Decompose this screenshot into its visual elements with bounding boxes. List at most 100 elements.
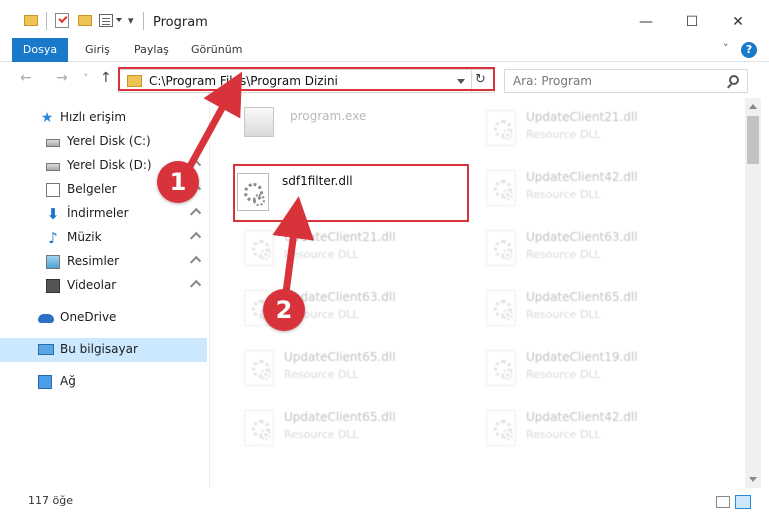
list-item[interactable]: UpdateClient65.dll Resource DLL <box>240 342 470 400</box>
expand-ribbon-icon[interactable]: ˅ <box>723 42 729 55</box>
minimize-button[interactable]: — <box>626 8 666 36</box>
sidebar-item-label: Videolar <box>67 278 117 292</box>
forward-arrow-icon[interactable]: → <box>56 70 68 86</box>
new-folder-icon[interactable] <box>78 15 92 26</box>
folder-icon[interactable] <box>24 15 38 26</box>
dll-file-icon <box>244 350 274 386</box>
tab-view[interactable]: Görünüm <box>191 38 242 62</box>
sidebar-item-disk-c[interactable]: Yerel Disk (C:) <box>0 130 207 154</box>
dll-file-icon <box>244 410 274 446</box>
details-view-icon[interactable] <box>716 496 730 508</box>
tab-share[interactable]: Paylaş <box>134 38 169 62</box>
large-icons-view-icon[interactable] <box>735 495 751 509</box>
file-name: UpdateClient42.dll <box>526 170 638 184</box>
sidebar-item-label: Ağ <box>60 374 76 388</box>
toolbar-separator <box>143 12 144 30</box>
this-pc-icon <box>38 344 54 355</box>
scroll-thumb[interactable] <box>747 116 759 164</box>
file-type: Resource DLL <box>526 428 601 441</box>
file-name: UpdateClient42.dll <box>526 410 638 424</box>
file-type: Resource DLL <box>526 188 601 201</box>
pin-icon[interactable] <box>189 279 202 292</box>
list-item[interactable]: UpdateClient21.dll Resource DLL <box>240 222 470 280</box>
sidebar-item-label: İndirmeler <box>67 206 129 220</box>
status-bar: 117 öğe <box>0 488 769 528</box>
customize-dropdown-icon[interactable] <box>116 18 122 22</box>
file-name: UpdateClient21.dll <box>526 110 638 124</box>
target-highlight-box <box>233 164 469 222</box>
sidebar-item-label: Belgeler <box>67 182 117 196</box>
sidebar-item-label: OneDrive <box>60 310 117 324</box>
pictures-icon <box>46 255 60 269</box>
network-icon <box>38 375 52 389</box>
music-icon: ♪ <box>48 229 58 247</box>
close-button[interactable]: ✕ <box>718 8 758 36</box>
list-item[interactable]: UpdateClient42.dll Resource DLL <box>482 162 712 220</box>
vertical-scrollbar[interactable] <box>745 98 761 488</box>
file-type: Resource DLL <box>526 368 601 381</box>
maximize-button[interactable]: ☐ <box>672 8 712 36</box>
file-name: UpdateClient65.dll <box>284 410 396 424</box>
search-placeholder: Ara: Program <box>513 74 592 88</box>
quick-access-menu-icon[interactable]: ▾ <box>128 15 137 27</box>
dll-file-icon <box>244 230 274 266</box>
list-item[interactable]: UpdateClient19.dll Resource DLL <box>482 342 712 400</box>
step-1-callout: 1 <box>157 161 199 203</box>
videos-icon <box>46 279 60 293</box>
sidebar-item-onedrive[interactable]: OneDrive <box>0 306 207 330</box>
file-type: Resource DLL <box>526 248 601 261</box>
scroll-down-icon[interactable] <box>749 477 757 482</box>
search-input[interactable]: Ara: Program <box>504 69 748 93</box>
onedrive-cloud-icon <box>38 314 54 323</box>
sidebar-item-quick-access[interactable]: ★ Hızlı erişim <box>0 106 207 130</box>
dll-file-icon <box>486 410 516 446</box>
file-type: Resource DLL <box>284 428 359 441</box>
sidebar-item-network[interactable]: Ağ <box>0 370 207 394</box>
sidebar-item-label: Yerel Disk (D:) <box>67 158 152 172</box>
local-disk-icon <box>46 139 60 147</box>
documents-icon <box>46 183 60 197</box>
file-type: Resource DLL <box>526 308 601 321</box>
properties-icon[interactable] <box>99 14 113 27</box>
properties-check-icon[interactable] <box>55 13 69 28</box>
list-item[interactable]: UpdateClient21.dll Resource DLL <box>482 102 712 160</box>
navigation-pane: ★ Hızlı erişim Yerel Disk (C:) Yerel Dis… <box>0 98 210 488</box>
list-item[interactable]: UpdateClient65.dll Resource DLL <box>482 282 712 340</box>
program-exe-name[interactable]: program.exe <box>290 109 366 123</box>
sidebar-item-downloads[interactable]: ⬇ İndirmeler <box>0 202 207 226</box>
file-type: Resource DLL <box>526 128 601 141</box>
sidebar-item-music[interactable]: ♪ Müzik <box>0 226 207 250</box>
sidebar-item-label: Resimler <box>67 254 120 268</box>
file-name: UpdateClient63.dll <box>526 230 638 244</box>
sidebar-item-videos[interactable]: Videolar <box>0 274 207 298</box>
back-arrow-icon[interactable]: ← <box>20 70 32 86</box>
address-highlight-box <box>118 67 495 91</box>
pin-icon[interactable] <box>189 255 202 268</box>
pin-icon[interactable] <box>189 207 202 220</box>
search-icon[interactable] <box>729 75 739 85</box>
sidebar-item-label: Yerel Disk (C:) <box>67 134 151 148</box>
local-disk-icon <box>46 163 60 171</box>
toolbar-separator <box>46 12 47 30</box>
pin-icon[interactable] <box>189 231 202 244</box>
sidebar-item-label: Bu bilgisayar <box>60 342 138 356</box>
list-item[interactable]: UpdateClient65.dll Resource DLL <box>240 402 470 460</box>
downloads-icon: ⬇ <box>46 205 60 223</box>
file-name: UpdateClient65.dll <box>526 290 638 304</box>
tab-file[interactable]: Dosya <box>12 38 68 62</box>
sidebar-item-this-pc[interactable]: Bu bilgisayar <box>0 338 207 362</box>
program-exe-icon[interactable] <box>244 107 274 137</box>
list-item[interactable]: UpdateClient63.dll Resource DLL <box>482 222 712 280</box>
window-title: Program <box>153 15 208 30</box>
dll-file-icon <box>486 290 516 326</box>
file-name: UpdateClient21.dll <box>284 230 396 244</box>
list-item[interactable]: UpdateClient42.dll Resource DLL <box>482 402 712 460</box>
tab-home[interactable]: Giriş <box>85 38 110 62</box>
recent-locations-icon[interactable]: ˅ <box>83 72 89 85</box>
dll-file-icon <box>486 230 516 266</box>
sidebar-item-pictures[interactable]: Resimler <box>0 250 207 274</box>
scroll-up-icon[interactable] <box>749 104 757 109</box>
quick-access-star-icon: ★ <box>40 110 54 126</box>
up-arrow-icon[interactable]: ↑ <box>100 70 112 86</box>
help-icon[interactable]: ? <box>741 42 757 58</box>
